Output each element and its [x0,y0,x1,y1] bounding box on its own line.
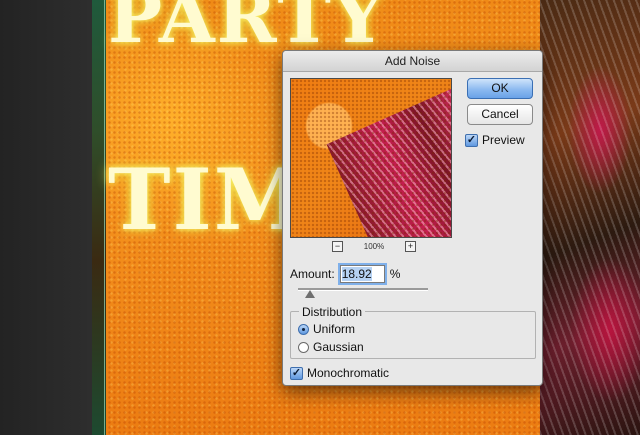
gaussian-radio[interactable] [298,341,309,353]
monochromatic-label: Monochromatic [307,366,390,380]
gaussian-label: Gaussian [313,340,364,354]
amount-unit: % [389,267,401,281]
filter-preview-image[interactable] [290,78,452,238]
amount-value: 18.92 [341,267,372,281]
preview-label: Preview [482,133,525,147]
distribution-legend: Distribution [299,305,366,319]
uniform-radio[interactable] [298,323,309,335]
amount-slider-thumb[interactable] [304,290,315,298]
ok-button[interactable]: OK [467,78,533,99]
canvas-guide-line [104,0,105,435]
zoom-out-button[interactable]: − [332,240,343,252]
amount-slider[interactable] [298,287,428,298]
preview-checkbox[interactable]: ✓ [465,133,478,147]
zoom-in-button[interactable]: + [405,240,416,252]
uniform-label: Uniform [313,322,356,336]
amount-slider-track[interactable] [298,288,428,291]
monochromatic-checkbox-row[interactable]: ✓ Monochromatic [290,366,389,380]
cancel-button[interactable]: Cancel [467,104,533,125]
amount-row: Amount: 18.92 % [290,265,400,283]
preview-zoom-controls: − 100% + [332,240,416,252]
amount-label: Amount: [290,267,335,281]
dialog-title[interactable]: Add Noise [283,51,542,72]
gaussian-radio-row[interactable]: Gaussian [298,340,364,354]
uniform-radio-row[interactable]: Uniform [298,322,355,336]
canvas-text-time: TIM [108,150,309,249]
canvas-artwork-right [540,0,640,435]
monochromatic-checkbox[interactable]: ✓ [290,366,303,380]
workspace-left-panel [0,0,92,435]
preview-checkbox-row[interactable]: ✓ Preview [465,133,525,147]
add-noise-dialog: Add Noise − 100% + OK Cancel ✓ Preview A… [282,50,543,386]
amount-input[interactable]: 18.92 [339,265,385,283]
zoom-level: 100% [363,241,385,251]
